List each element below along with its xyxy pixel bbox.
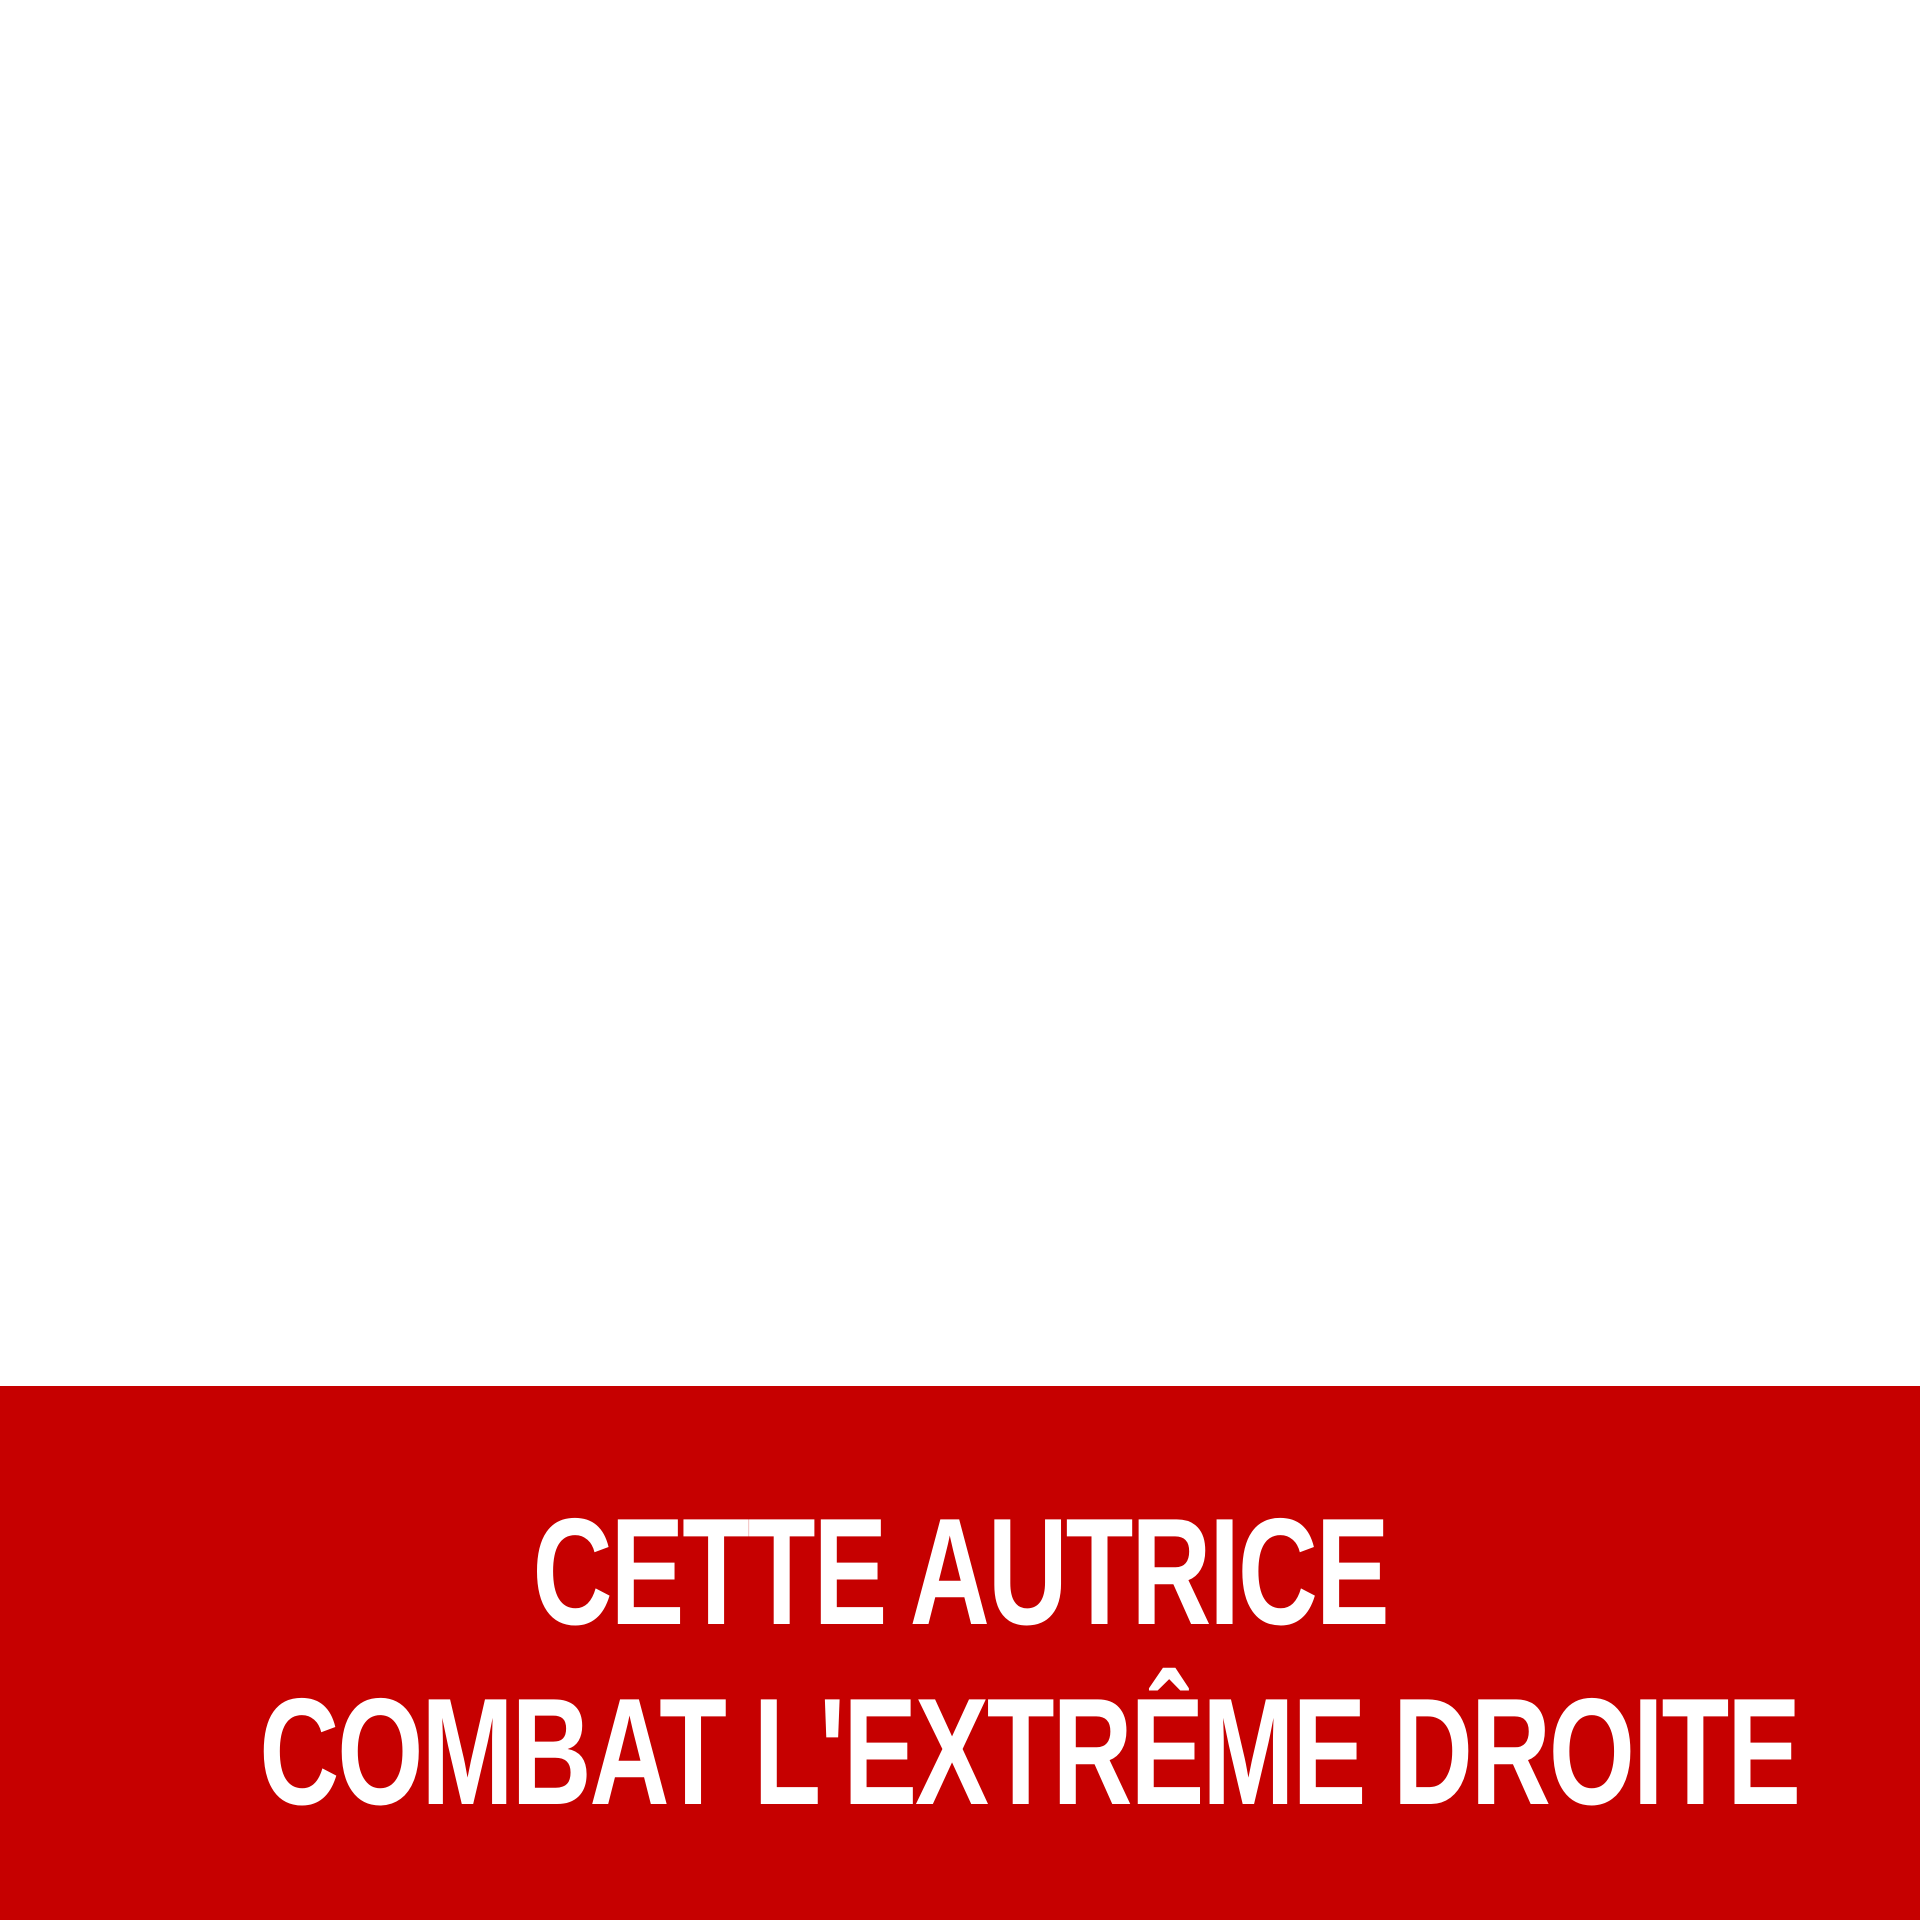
page: CETTE AUTRICE COMBAT L'EXTRÊME DROITE xyxy=(0,0,1920,1920)
headline-line-2: COMBAT L'EXTRÊME DROITE xyxy=(259,1667,1801,1837)
headline-banner: CETTE AUTRICE COMBAT L'EXTRÊME DROITE xyxy=(0,1386,1920,1920)
headline-line-1: CETTE AUTRICE xyxy=(532,1487,1389,1657)
headline: CETTE AUTRICE COMBAT L'EXTRÊME DROITE xyxy=(259,1482,1801,1842)
blank-image-area xyxy=(0,0,1920,1386)
